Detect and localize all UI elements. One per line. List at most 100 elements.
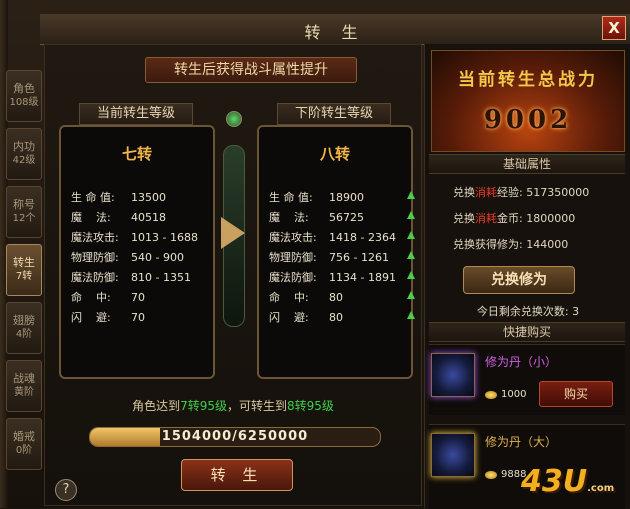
current-rank: 七转: [121, 145, 152, 163]
tab-wedding-ring[interactable]: 婚戒 0阶: [6, 418, 42, 470]
side-tabs: 角色 108级 内功 42级 称号 12个 转生 7转 翅膀 4阶 战魂黄阶 婚戒 0阶: [6, 70, 42, 476]
rebirth-requirement: 角色达到7转95级，可转生到8转95级: [45, 397, 421, 414]
current-stats: 生 命 值: 13500 魔 法: 40518 魔法攻击: 1013 - 1688 物…: [71, 187, 211, 327]
tab-label: 战魂: [13, 372, 35, 385]
next-stats: 生 命 值: 18900 魔 法: 56725 魔法攻击: 1418 - 2364 物…: [269, 187, 415, 327]
next-level-header: 下阶转生等级: [277, 103, 391, 125]
stat-label: 闪 避:: [71, 311, 111, 324]
tab-rebirth[interactable]: 转生 7转: [6, 244, 42, 296]
stat-label: 物理防御:: [269, 251, 317, 264]
up-arrow-icon: [407, 271, 415, 279]
stat-label: 魔 法:: [71, 211, 111, 224]
arrow-right-icon: [221, 217, 245, 249]
next-level-card: 八转 生 命 值: 18900 魔 法: 56725 魔法攻击: 1418 - 236…: [257, 125, 415, 379]
buy-button[interactable]: 购买: [539, 381, 613, 407]
stat-row: 命 中: 70: [71, 287, 211, 307]
site-logo: 43U.com: [521, 464, 614, 499]
stat-value: 70: [131, 290, 145, 304]
tab-sublabel: 黄阶: [14, 387, 34, 398]
up-arrow-icon: [407, 191, 415, 199]
stat-value: 80: [329, 310, 343, 324]
stat-value: 1418 - 2364: [329, 230, 396, 244]
help-icon[interactable]: ?: [55, 479, 77, 501]
tab-war-soul[interactable]: 战魂 黄阶: [6, 360, 42, 412]
stat-row: 命 中: 80: [269, 287, 415, 307]
progress-text: 1504000/6250000: [161, 429, 309, 444]
requirement-level-current: 7转95级: [180, 399, 227, 413]
shop-item-price: 1000: [501, 389, 527, 400]
tab-label: 婚戒: [13, 430, 35, 443]
stat-label: 命 中:: [269, 291, 309, 304]
stat-row: 生 命 值: 18900: [269, 187, 415, 207]
tab-sublabel: 4阶: [15, 329, 33, 340]
tab-character[interactable]: 角色 108级: [6, 70, 42, 122]
tab-label: 称号: [13, 198, 35, 211]
exp-progress-bar: 1504000/6250000: [89, 427, 381, 447]
gold-coin-icon: [485, 471, 497, 479]
tab-inner-power[interactable]: 内功 42级: [6, 128, 42, 180]
large-pill-icon[interactable]: [431, 433, 475, 477]
stat-label: 闪 避:: [269, 311, 309, 324]
tab-sublabel: 7转: [15, 271, 33, 282]
exchange-gold-prefix: 兑换: [453, 212, 475, 225]
rebirth-button[interactable]: 转 生: [181, 459, 293, 491]
exchange-gold-line: 兑换消耗金币: 1800000: [453, 210, 575, 226]
banner-title: 转生后获得战斗属性提升: [145, 57, 357, 83]
up-arrow-icon: [407, 211, 415, 219]
remaining-exchanges: 今日剩余兑换次数: 3: [476, 305, 580, 318]
logo-main: 43U: [521, 464, 588, 499]
stat-label: 魔 法:: [269, 211, 309, 224]
tab-label: 内功: [13, 140, 35, 153]
exchange-gold-consume: 消耗: [475, 212, 497, 225]
tab-label: 翅膀: [13, 314, 35, 327]
tab-sublabel: 0阶: [15, 445, 33, 456]
stat-row: 物理防御: 540 - 900: [71, 247, 211, 267]
stat-value: 80: [329, 290, 343, 304]
rebirth-panel: 转生后获得战斗属性提升 当前转生等级 下阶转生等级 七转 生 命 值: 13500…: [44, 44, 422, 506]
tab-label: 转生: [13, 256, 35, 269]
stat-value: 18900: [329, 190, 364, 204]
stat-row: 魔法攻击: 1013 - 1688: [71, 227, 211, 247]
stat-value: 540 - 900: [131, 250, 184, 264]
exchange-gain-line: 兑换获得修为: 144000: [453, 238, 569, 251]
exchange-cultivation-button[interactable]: 兑换修为: [463, 266, 575, 294]
stat-row: 闪 避: 80: [269, 307, 415, 327]
stat-value: 1013 - 1688: [131, 230, 198, 244]
stat-value: 13500: [131, 190, 166, 204]
exchange-exp-prefix: 兑换: [453, 186, 475, 199]
stat-value: 810 - 1351: [131, 270, 191, 284]
stat-value: 756 - 1261: [329, 250, 389, 264]
requirement-level-next: 8转95级: [287, 399, 334, 413]
tab-sublabel: 42级: [12, 155, 36, 166]
stat-row: 生 命 值: 13500: [71, 187, 211, 207]
exchange-gold-suffix: 金币: 1800000: [497, 212, 576, 225]
stat-row: 魔法防御: 810 - 1351: [71, 267, 211, 287]
close-button[interactable]: X: [602, 16, 626, 40]
stat-value: 40518: [131, 210, 166, 224]
tab-label: 角色: [13, 82, 35, 95]
stat-row: 闪 避: 70: [71, 307, 211, 327]
exchange-exp-line: 兑换消耗经验: 517350000: [453, 184, 589, 200]
exchange-exp-consume: 消耗: [475, 186, 497, 199]
tab-sublabel: 12个: [12, 213, 36, 224]
power-title: 当前转生总战力: [458, 70, 598, 90]
stat-row: 物理防御: 756 - 1261: [269, 247, 415, 267]
stat-row: 魔 法: 56725: [269, 207, 415, 227]
requirement-prefix: 角色达到: [132, 399, 181, 413]
stat-row: 魔法防御: 1134 - 1891: [269, 267, 415, 287]
stat-label: 魔法攻击:: [269, 231, 317, 244]
tab-title[interactable]: 称号 12个: [6, 186, 42, 238]
up-arrow-icon: [407, 291, 415, 299]
logo-suffix: .com: [587, 483, 615, 494]
stat-label: 生 命 值:: [71, 191, 115, 204]
stat-value: 56725: [329, 210, 364, 224]
stat-row: 魔法攻击: 1418 - 2364: [269, 227, 415, 247]
title-bar: 转 生 X: [40, 14, 630, 45]
next-rank: 八转: [319, 145, 350, 163]
shop-item-name: 修为丹（小）: [485, 355, 558, 369]
stat-row: 魔 法: 40518: [71, 207, 211, 227]
shop-item-small: 修为丹（小） 1000 购买: [429, 344, 625, 415]
tab-wings[interactable]: 翅膀 4阶: [6, 302, 42, 354]
small-pill-icon[interactable]: [431, 353, 475, 397]
quick-buy-header: 快捷购买: [429, 322, 625, 342]
